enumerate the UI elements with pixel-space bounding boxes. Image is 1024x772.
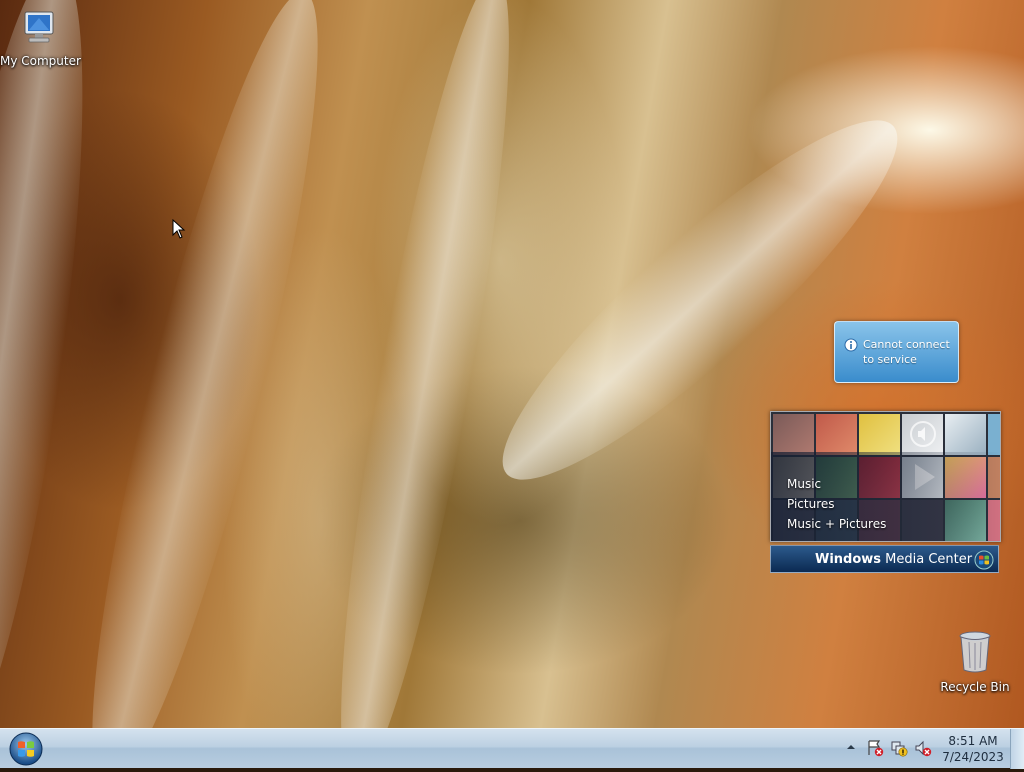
- menu-item-music[interactable]: Music: [787, 474, 886, 494]
- network-icon[interactable]: [890, 739, 908, 761]
- volume-muted-icon[interactable]: [914, 739, 932, 761]
- media-center-title: Windows Media Center: [815, 552, 973, 567]
- recycle-bin-icon: [955, 631, 995, 677]
- taskbar: 8:51 AM 7/24/2023: [0, 728, 1024, 769]
- clock-date: 7/24/2023: [942, 750, 1004, 764]
- thumbnail-tile[interactable]: [988, 414, 1000, 455]
- recycle-bin-shortcut[interactable]: Recycle Bin: [940, 630, 1010, 694]
- mouse-cursor-icon: [172, 218, 186, 243]
- notification-message: Cannot connect to service: [863, 338, 950, 366]
- volume-icon: [909, 420, 937, 452]
- action-center-icon[interactable]: [866, 739, 884, 761]
- show-desktop-button[interactable]: [1010, 729, 1024, 769]
- media-center-gadget[interactable]: Music Pictures Music + Pictures: [770, 411, 1001, 542]
- desktop-wallpaper[interactable]: My Computer Recycle Bin Cannot connect t…: [0, 0, 1024, 728]
- recycle-bin-label: Recycle Bin: [940, 680, 1010, 694]
- clock-time: 8:51 AM: [948, 734, 998, 748]
- thumbnail-tile[interactable]: [816, 414, 857, 455]
- media-center-launch-bar[interactable]: Windows Media Center: [770, 545, 999, 573]
- media-center-menu: Music Pictures Music + Pictures: [787, 474, 886, 534]
- my-computer-shortcut[interactable]: My Computer: [0, 8, 81, 68]
- thumbnail-tile[interactable]: [945, 414, 986, 455]
- start-button[interactable]: [6, 730, 46, 772]
- system-clock[interactable]: 8:51 AM 7/24/2023: [940, 733, 1006, 765]
- my-computer-label: My Computer: [0, 54, 81, 68]
- gadget-error-notification[interactable]: Cannot connect to service: [834, 321, 959, 383]
- computer-icon: [19, 11, 59, 51]
- info-icon: [844, 338, 858, 356]
- thumbnail-tile[interactable]: [859, 414, 900, 455]
- thumbnail-tile[interactable]: [773, 414, 814, 455]
- show-hidden-icons-button[interactable]: [845, 739, 857, 759]
- menu-item-music-pictures[interactable]: Music + Pictures: [787, 514, 886, 534]
- menu-item-pictures[interactable]: Pictures: [787, 494, 886, 514]
- windows-orb-icon: [974, 550, 994, 581]
